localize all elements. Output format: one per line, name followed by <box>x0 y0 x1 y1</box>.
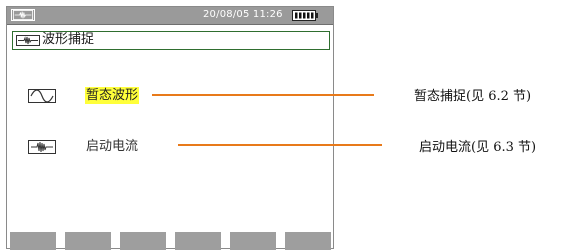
waveform-capture-icon <box>16 35 40 46</box>
softkey-2[interactable] <box>65 232 111 250</box>
menu-item-label: 启动电流 <box>86 139 139 154</box>
waveform-mode-icon <box>11 9 35 21</box>
inrush-current-icon <box>28 140 56 154</box>
menu-item-label: 暂态波形 <box>85 87 140 104</box>
page-title: 波形捕捉 <box>42 32 95 47</box>
leader-line <box>152 94 374 96</box>
status-bar: 20/08/05 11:26 <box>7 7 333 25</box>
status-datetime: 20/08/05 11:26 <box>203 9 283 20</box>
softkey-4[interactable] <box>175 232 221 250</box>
softkey-3[interactable] <box>120 232 166 250</box>
instrument-screen: 20/08/05 11:26 波形捕捉 暂态波形 启动电流 <box>6 6 334 250</box>
transient-wave-icon <box>28 89 56 103</box>
softkey-6[interactable] <box>285 232 331 250</box>
leader-line <box>178 144 382 146</box>
battery-full-icon <box>292 10 318 21</box>
softkey-bar <box>10 232 332 250</box>
menu-item-transient[interactable]: 暂态波形 <box>7 86 333 106</box>
menu-title-bar: 波形捕捉 <box>12 31 330 50</box>
callout-inrush: 启动电流(见 6.3 节) <box>419 140 537 155</box>
menu-item-inrush[interactable]: 启动电流 <box>7 137 333 157</box>
softkey-5[interactable] <box>230 232 276 250</box>
callout-transient: 暂态捕捉(见 6.2 节) <box>414 89 532 104</box>
softkey-1[interactable] <box>10 232 56 250</box>
